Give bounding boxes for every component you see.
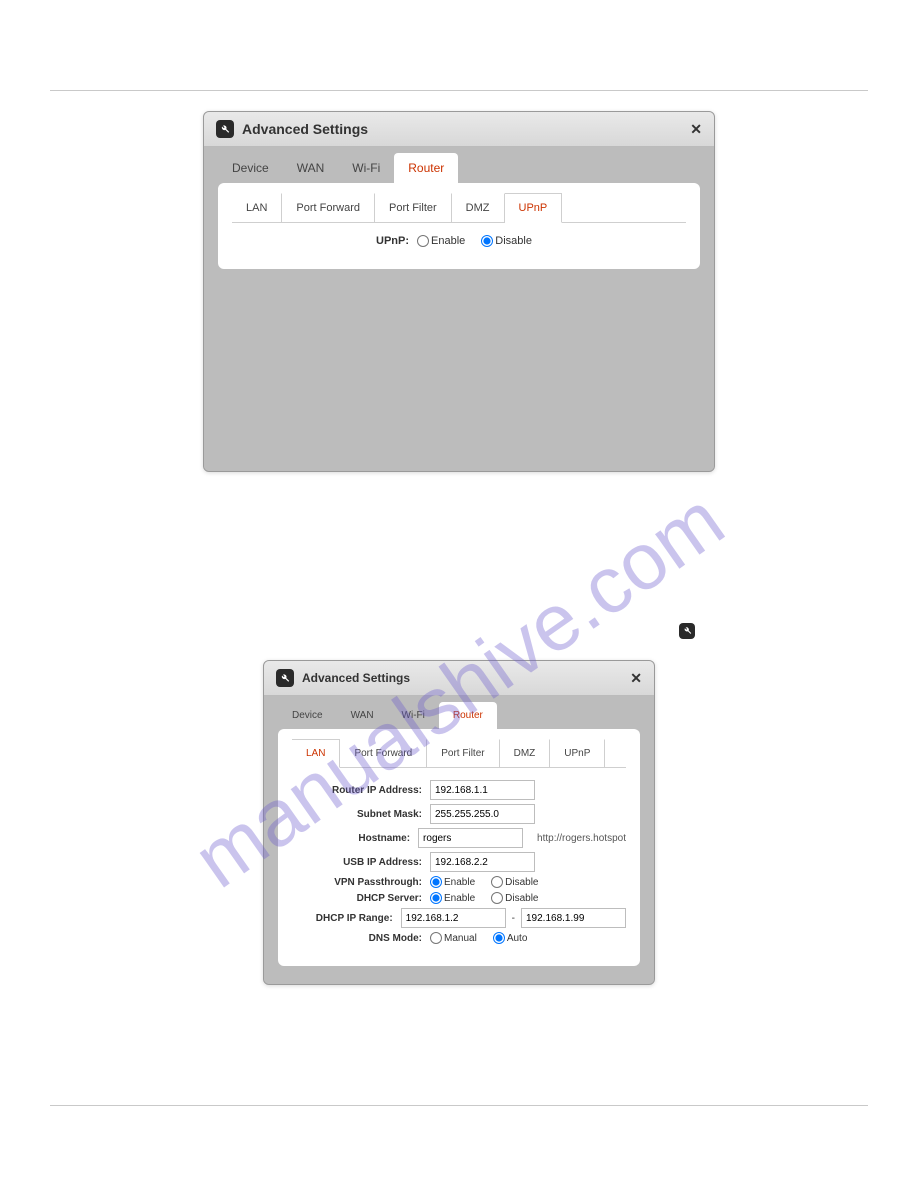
hostname-label: Hostname: <box>292 833 418 844</box>
router-subtabs: LAN Port Forward Port Filter DMZ UPnP <box>232 193 686 223</box>
advanced-settings-window-lan: Advanced Settings ✕ Device WAN Wi-Fi Rou… <box>263 660 655 985</box>
subtab-port-filter[interactable]: Port Filter <box>427 739 499 767</box>
subnet-input[interactable] <box>430 804 535 824</box>
router-panel: LAN Port Forward Port Filter DMZ UPnP UP… <box>218 183 700 269</box>
vpn-disable-label: Disable <box>505 877 538 888</box>
tab-router[interactable]: Router <box>439 702 497 729</box>
router-ip-row: Router IP Address: <box>292 780 626 800</box>
primary-tabs: Device WAN Wi-Fi Router <box>218 153 700 183</box>
subtab-port-filter[interactable]: Port Filter <box>375 193 452 222</box>
close-icon[interactable]: ✕ <box>690 121 702 138</box>
subtab-dmz[interactable]: DMZ <box>452 193 505 222</box>
window-titlebar: Advanced Settings ✕ <box>264 661 654 696</box>
router-ip-label: Router IP Address: <box>292 785 430 796</box>
primary-tabs: Device WAN Wi-Fi Router <box>278 702 640 729</box>
subtab-port-forward[interactable]: Port Forward <box>282 193 375 222</box>
dhcp-server-row: DHCP Server: Enable Disable <box>292 892 626 904</box>
dns-mode-row: DNS Mode: Manual Auto <box>292 932 626 944</box>
page-separator <box>50 1105 868 1106</box>
router-subtabs: LAN Port Forward Port Filter DMZ UPnP <box>292 739 626 768</box>
vpn-enable-radio[interactable] <box>430 876 442 888</box>
upnp-enable-label: Enable <box>431 235 465 247</box>
tab-wifi[interactable]: Wi-Fi <box>338 153 394 183</box>
usb-ip-label: USB IP Address: <box>292 857 430 868</box>
vpn-label: VPN Passthrough: <box>292 877 430 888</box>
wrench-icon <box>679 623 695 639</box>
vpn-row: VPN Passthrough: Enable Disable <box>292 876 626 888</box>
dhcp-range-sep: - <box>512 913 515 924</box>
subnet-row: Subnet Mask: <box>292 804 626 824</box>
dns-mode-label: DNS Mode: <box>292 933 430 944</box>
dhcp-server-label: DHCP Server: <box>292 893 430 904</box>
dhcp-disable-radio[interactable] <box>491 892 503 904</box>
upnp-label: UPnP: <box>376 235 417 247</box>
router-ip-input[interactable] <box>430 780 535 800</box>
tab-wifi[interactable]: Wi-Fi <box>388 702 439 729</box>
usb-ip-row: USB IP Address: <box>292 852 626 872</box>
upnp-enable-radio[interactable] <box>417 235 429 247</box>
subnet-label: Subnet Mask: <box>292 809 430 820</box>
subtab-upnp[interactable]: UPnP <box>550 739 605 767</box>
upnp-disable-radio[interactable] <box>481 235 493 247</box>
tab-device[interactable]: Device <box>218 153 283 183</box>
usb-ip-input[interactable] <box>430 852 535 872</box>
dns-auto-label: Auto <box>507 933 528 944</box>
subtab-lan[interactable]: LAN <box>232 193 282 222</box>
upnp-row: UPnP: Enable Disable <box>232 235 686 247</box>
dhcp-range-row: DHCP IP Range: - <box>292 908 626 928</box>
dhcp-range-to-input[interactable] <box>521 908 626 928</box>
hostname-row: Hostname: http://rogers.hotspot <box>292 828 626 848</box>
window-title: Advanced Settings <box>302 671 410 685</box>
dhcp-disable-label: Disable <box>505 893 538 904</box>
close-icon[interactable]: ✕ <box>630 670 642 687</box>
dns-manual-radio[interactable] <box>430 932 442 944</box>
subtab-lan[interactable]: LAN <box>292 739 340 768</box>
dns-manual-label: Manual <box>444 933 477 944</box>
subtab-port-forward[interactable]: Port Forward <box>340 739 427 767</box>
vpn-disable-radio[interactable] <box>491 876 503 888</box>
subtab-dmz[interactable]: DMZ <box>500 739 551 767</box>
tab-wan[interactable]: WAN <box>337 702 388 729</box>
hostname-suffix: http://rogers.hotspot <box>537 833 626 844</box>
dhcp-range-from-input[interactable] <box>401 908 506 928</box>
hostname-input[interactable] <box>418 828 523 848</box>
wrench-icon <box>276 669 294 687</box>
router-panel: LAN Port Forward Port Filter DMZ UPnP Ro… <box>278 729 640 966</box>
upnp-disable-label: Disable <box>495 235 532 247</box>
advanced-settings-window-upnp: Advanced Settings ✕ Device WAN Wi-Fi Rou… <box>203 111 715 472</box>
dns-auto-radio[interactable] <box>493 932 505 944</box>
wrench-icon <box>216 120 234 138</box>
dhcp-enable-radio[interactable] <box>430 892 442 904</box>
subtab-upnp[interactable]: UPnP <box>505 193 563 223</box>
tab-device[interactable]: Device <box>278 702 337 729</box>
window-title: Advanced Settings <box>242 121 368 137</box>
dhcp-range-label: DHCP IP Range: <box>292 913 401 924</box>
dhcp-enable-label: Enable <box>444 893 475 904</box>
vpn-enable-label: Enable <box>444 877 475 888</box>
window-titlebar: Advanced Settings ✕ <box>204 112 714 147</box>
tab-wan[interactable]: WAN <box>283 153 339 183</box>
page-separator <box>50 90 868 91</box>
tab-router[interactable]: Router <box>394 153 458 183</box>
